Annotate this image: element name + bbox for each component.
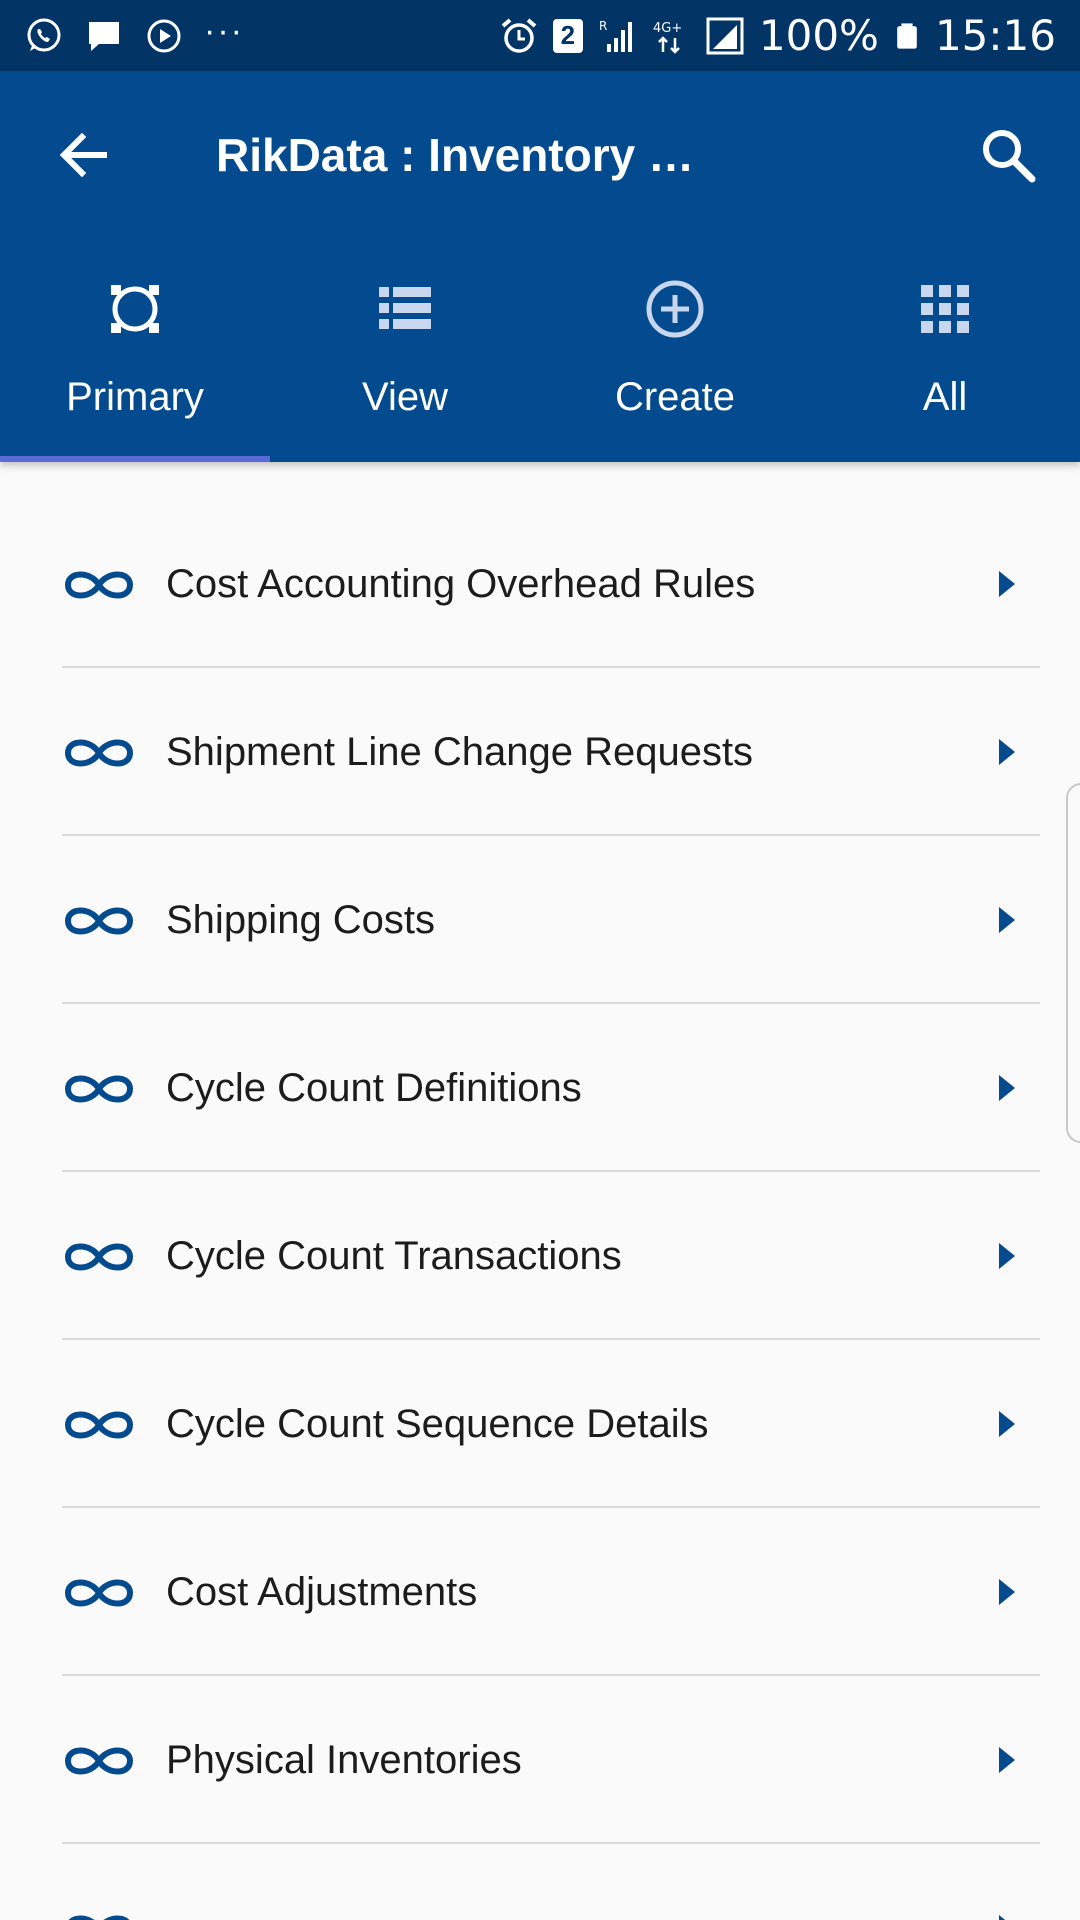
list-item[interactable]: Shipment Line Change Requests <box>0 668 1080 836</box>
tab-create[interactable]: Create <box>540 237 810 462</box>
chevron-right-icon <box>999 571 1015 597</box>
signal-icon: R <box>599 19 632 52</box>
message-icon <box>89 21 119 51</box>
status-bar: ··· 2 R 4G+ 100% 15:16 <box>0 0 1080 71</box>
infinity-link-icon <box>64 571 134 599</box>
chevron-right-icon <box>999 1411 1015 1437</box>
chevron-right-icon <box>999 1579 1015 1605</box>
list-item[interactable]: Cycle Count Definitions <box>0 1004 1080 1172</box>
list-item-label: Physical Inventories <box>166 1738 522 1782</box>
network-label: 4G+ <box>653 21 682 36</box>
signal-icon <box>706 17 744 54</box>
status-bar-left: ··· <box>24 0 264 71</box>
more-dots-icon: ··· <box>204 11 244 50</box>
list-item-partial[interactable] <box>0 1844 1080 1920</box>
tab-bar: Primary View Create All <box>0 237 1080 462</box>
grid-icon <box>921 285 969 333</box>
list-item[interactable]: Cost Adjustments <box>0 1508 1080 1676</box>
list-view-icon <box>379 287 431 329</box>
tab-label: View <box>362 375 448 419</box>
infinity-link-icon <box>64 1411 134 1439</box>
list-item[interactable]: Physical Inventories <box>0 1676 1080 1844</box>
infinity-link-icon <box>64 1075 134 1103</box>
list-item[interactable]: Cost Accounting Overhead Rules <box>0 500 1080 668</box>
toolbar: RikData : Inventory … <box>0 71 1080 237</box>
list-item[interactable]: Shipping Costs <box>0 836 1080 1004</box>
infinity-link-icon <box>64 739 134 767</box>
tab-view[interactable]: View <box>270 237 540 462</box>
list-item-label: Shipment Line Change Requests <box>166 730 754 774</box>
page-title: RikData : Inventory … <box>216 129 694 181</box>
battery-icon <box>897 22 917 49</box>
list-item-label: Cost Accounting Overhead Rules <box>166 562 756 606</box>
list-item[interactable]: Cycle Count Transactions <box>0 1172 1080 1340</box>
roaming-label: R <box>599 19 607 33</box>
chevron-right-icon <box>999 739 1015 765</box>
alarm-icon <box>501 17 537 53</box>
tab-label: Create <box>614 375 736 419</box>
chevron-right-icon <box>999 1075 1015 1101</box>
tab-primary[interactable]: Primary <box>0 237 270 462</box>
menu-list: Cost Accounting Overhead Rules Shipment … <box>0 500 1080 1920</box>
primary-icon <box>111 285 159 333</box>
tab-all[interactable]: All <box>810 237 1080 462</box>
infinity-link-icon <box>64 1747 134 1775</box>
chevron-right-icon <box>999 1915 1006 1920</box>
app-bar: RikData : Inventory … Primary View Creat… <box>0 71 1080 462</box>
sim-badge: 2 <box>552 18 583 53</box>
network-type-icon: 4G+ <box>653 21 682 54</box>
search-icon <box>983 130 1036 183</box>
tab-selected-indicator <box>0 456 270 462</box>
list-item-label: Cost Adjustments <box>166 1570 478 1614</box>
infinity-link-icon <box>68 1915 130 1920</box>
edge-panel-handle[interactable] <box>1066 783 1080 1143</box>
back-button[interactable] <box>52 123 116 187</box>
search-button[interactable] <box>976 123 1040 187</box>
list-item-label: Cycle Count Definitions <box>166 1066 582 1110</box>
chevron-right-icon <box>999 1243 1015 1269</box>
infinity-link-icon <box>64 1243 134 1271</box>
whatsapp-icon <box>27 18 61 51</box>
battery-percent: 100% <box>758 11 879 60</box>
infinity-link-icon <box>64 1579 134 1607</box>
list-item[interactable]: Cycle Count Sequence Details <box>0 1340 1080 1508</box>
status-bar-right: 2 R 4G+ 100% 15:16 <box>485 0 1056 71</box>
clock: 15:16 <box>934 11 1056 60</box>
list-item-label: Cycle Count Sequence Details <box>166 1402 709 1446</box>
tab-label: Primary <box>66 375 204 419</box>
list-item-label: Cycle Count Transactions <box>166 1234 622 1278</box>
infinity-link-icon <box>64 907 134 935</box>
add-circle-icon <box>646 280 704 338</box>
tab-label: All <box>922 375 968 419</box>
list-item-label: Shipping Costs <box>166 898 436 942</box>
chevron-right-icon <box>999 1747 1015 1773</box>
chevron-right-icon <box>999 907 1015 933</box>
media-icon <box>147 19 181 52</box>
arrow-back-icon <box>59 132 107 178</box>
